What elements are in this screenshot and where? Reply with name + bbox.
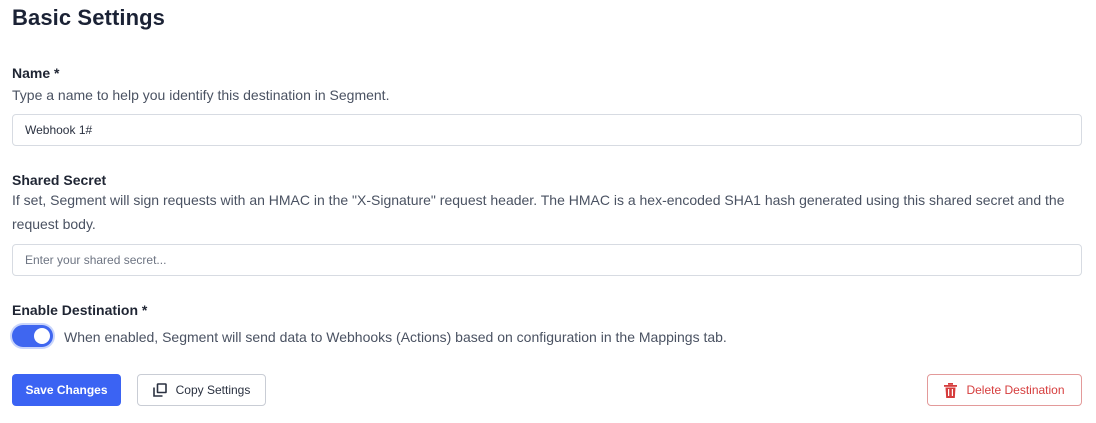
save-changes-label: Save Changes [25,383,108,397]
toggle-knob [34,328,50,344]
save-changes-button[interactable]: Save Changes [12,374,121,406]
copy-settings-button[interactable]: Copy Settings [137,374,266,406]
delete-destination-button[interactable]: Delete Destination [927,374,1082,406]
copy-settings-label: Copy Settings [175,383,251,397]
name-help-text: Type a name to help you identify this de… [12,87,390,103]
delete-destination-label: Delete Destination [966,383,1065,397]
name-label: Name * [12,65,60,81]
enable-destination-label: Enable Destination * [12,302,148,318]
copy-icon [152,383,167,397]
name-input[interactable] [12,114,1082,146]
enable-destination-description: When enabled, Segment will send data to … [64,329,727,345]
shared-secret-input[interactable] [12,244,1082,276]
shared-secret-label: Shared Secret [12,172,107,188]
trash-icon [944,382,958,398]
shared-secret-help-text: If set, Segment will sign requests with … [12,192,1065,232]
enable-destination-toggle[interactable] [12,325,53,347]
page-title: Basic Settings [12,5,166,30]
